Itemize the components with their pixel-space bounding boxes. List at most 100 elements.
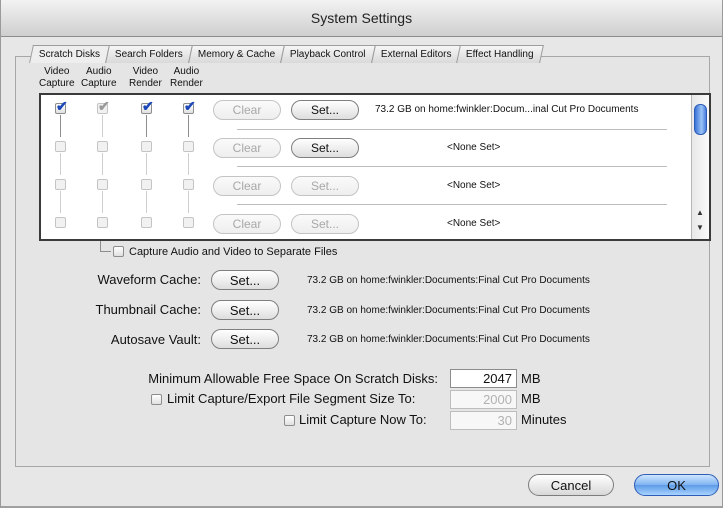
system-settings-window: System Settings Scratch Disks Search Fol… — [0, 0, 723, 508]
ok-button[interactable]: OK — [634, 474, 719, 496]
limit-capture-label: Limit Capture Now To: — [299, 412, 427, 427]
limit-segment-input[interactable]: 2000 — [450, 390, 517, 409]
column-header-line: Capture — [39, 78, 75, 89]
video-render-checkbox[interactable]: ✔ — [141, 99, 154, 114]
min-free-space-input[interactable]: 2047 — [450, 369, 517, 388]
column-header-line: Video — [132, 66, 159, 77]
tab-label: Playback Control — [290, 49, 366, 60]
autosave-vault-label: Autosave Vault: — [110, 332, 201, 347]
disk-path-label: 73.2 GB on home:fwinkler:Docum...inal Cu… — [375, 104, 639, 115]
tab-playback-control[interactable]: Playback Control — [280, 45, 376, 63]
set-button[interactable]: Set... — [291, 138, 359, 158]
tab-label: Scratch Disks — [38, 49, 101, 60]
audio-capture-checkbox[interactable]: ✔ — [97, 99, 110, 114]
column-header-line: Audio — [86, 66, 112, 77]
tab-search-folders[interactable]: Search Folders — [105, 45, 193, 63]
row-divider — [237, 166, 667, 167]
column-header-video-capture: Video Capture — [39, 66, 75, 90]
connector-line — [60, 153, 61, 175]
connector-line — [102, 191, 103, 213]
column-header-audio-capture: Audio Capture — [81, 66, 117, 90]
thumbnail-cache-path: 73.2 GB on home:fwinkler:Documents:Final… — [307, 305, 590, 316]
connector-line — [60, 191, 61, 213]
row-divider — [237, 204, 667, 205]
audio-capture-checkbox[interactable] — [97, 179, 108, 190]
set-button[interactable]: Set... — [291, 100, 359, 120]
audio-render-checkbox[interactable] — [183, 217, 194, 228]
tab-label: Memory & Cache — [197, 49, 276, 60]
row-divider — [237, 129, 667, 130]
column-header-line: Render — [129, 78, 162, 89]
set-button[interactable]: Set... — [291, 214, 359, 234]
clear-button[interactable]: Clear — [213, 138, 281, 158]
tab-effect-handling[interactable]: Effect Handling — [456, 45, 544, 63]
connector-line — [100, 251, 111, 252]
connector-line — [100, 241, 101, 251]
scrollbar[interactable]: ▲ ▼ — [691, 95, 709, 239]
limit-capture-unit: Minutes — [521, 412, 567, 427]
limit-segment-label: Limit Capture/Export File Segment Size T… — [167, 391, 416, 406]
video-capture-checkbox[interactable] — [55, 141, 66, 152]
audio-capture-checkbox[interactable] — [97, 217, 108, 228]
video-capture-checkbox[interactable] — [55, 217, 66, 228]
tab-memory-cache[interactable]: Memory & Cache — [188, 45, 286, 63]
waveform-cache-label: Waveform Cache: — [97, 272, 201, 287]
column-header-line: Video — [44, 66, 70, 77]
connector-line — [102, 115, 103, 137]
separate-files-checkbox[interactable] — [113, 246, 124, 257]
connector-line — [146, 115, 147, 137]
column-header-video-render: Video Render — [129, 66, 162, 90]
column-header-line: Capture — [81, 78, 117, 89]
waveform-cache-path: 73.2 GB on home:fwinkler:Documents:Final… — [307, 275, 590, 286]
video-capture-checkbox[interactable] — [55, 179, 66, 190]
limit-segment-checkbox[interactable] — [151, 394, 162, 405]
tab-external-editors[interactable]: External Editors — [370, 45, 462, 63]
tab-label: Effect Handling — [466, 49, 534, 60]
tab-scratch-disks[interactable]: Scratch Disks — [29, 45, 111, 63]
column-header-audio-render: Audio Render — [170, 66, 203, 90]
scroll-up-arrow-icon[interactable]: ▲ — [696, 208, 704, 217]
connector-line — [146, 153, 147, 175]
tab-label: External Editors — [380, 49, 452, 60]
scroll-down-arrow-icon[interactable]: ▼ — [696, 223, 704, 232]
scrollbar-thumb[interactable] — [694, 104, 707, 135]
autosave-vault-path: 73.2 GB on home:fwinkler:Documents:Final… — [307, 334, 590, 345]
connector-line — [146, 191, 147, 213]
tab-label: Search Folders — [115, 49, 183, 60]
video-render-checkbox[interactable] — [141, 179, 152, 190]
limit-capture-checkbox[interactable] — [284, 415, 295, 426]
column-header-line: Audio — [173, 66, 200, 77]
limit-capture-input[interactable]: 30 — [450, 411, 517, 430]
audio-render-checkbox[interactable] — [183, 179, 194, 190]
audio-render-checkbox[interactable] — [183, 141, 194, 152]
disk-path-label: <None Set> — [447, 142, 501, 153]
connector-line — [188, 153, 189, 175]
thumbnail-cache-set-button[interactable]: Set... — [211, 300, 279, 320]
separate-files-label: Capture Audio and Video to Separate File… — [129, 246, 338, 258]
video-capture-checkbox[interactable]: ✔ — [55, 99, 68, 114]
autosave-vault-set-button[interactable]: Set... — [211, 329, 279, 349]
video-render-checkbox[interactable] — [141, 141, 152, 152]
waveform-cache-set-button[interactable]: Set... — [211, 270, 279, 290]
clear-button[interactable]: Clear — [213, 100, 281, 120]
scratch-disk-list: ✔ ✔ ✔ ✔ Clear Set... 73.2 GB on home:fwi… — [39, 93, 711, 241]
audio-render-checkbox[interactable]: ✔ — [183, 99, 196, 114]
clear-button[interactable]: Clear — [213, 214, 281, 234]
min-free-space-label: Minimum Allowable Free Space On Scratch … — [148, 371, 438, 386]
connector-line — [188, 115, 189, 137]
column-header-line: Render — [170, 78, 203, 89]
limit-segment-unit: MB — [521, 391, 541, 406]
set-button[interactable]: Set... — [291, 176, 359, 196]
connector-line — [188, 191, 189, 213]
tab-bar: Scratch Disks Search Folders Memory & Ca… — [29, 45, 544, 63]
connector-line — [60, 115, 61, 137]
thumbnail-cache-label: Thumbnail Cache: — [95, 302, 202, 317]
clear-button[interactable]: Clear — [213, 176, 281, 196]
audio-capture-checkbox[interactable] — [97, 141, 108, 152]
cancel-button[interactable]: Cancel — [528, 474, 614, 496]
connector-line — [102, 153, 103, 175]
min-free-space-unit: MB — [521, 371, 541, 386]
disk-path-label: <None Set> — [447, 180, 501, 191]
video-render-checkbox[interactable] — [141, 217, 152, 228]
disk-path-label: <None Set> — [447, 218, 501, 229]
